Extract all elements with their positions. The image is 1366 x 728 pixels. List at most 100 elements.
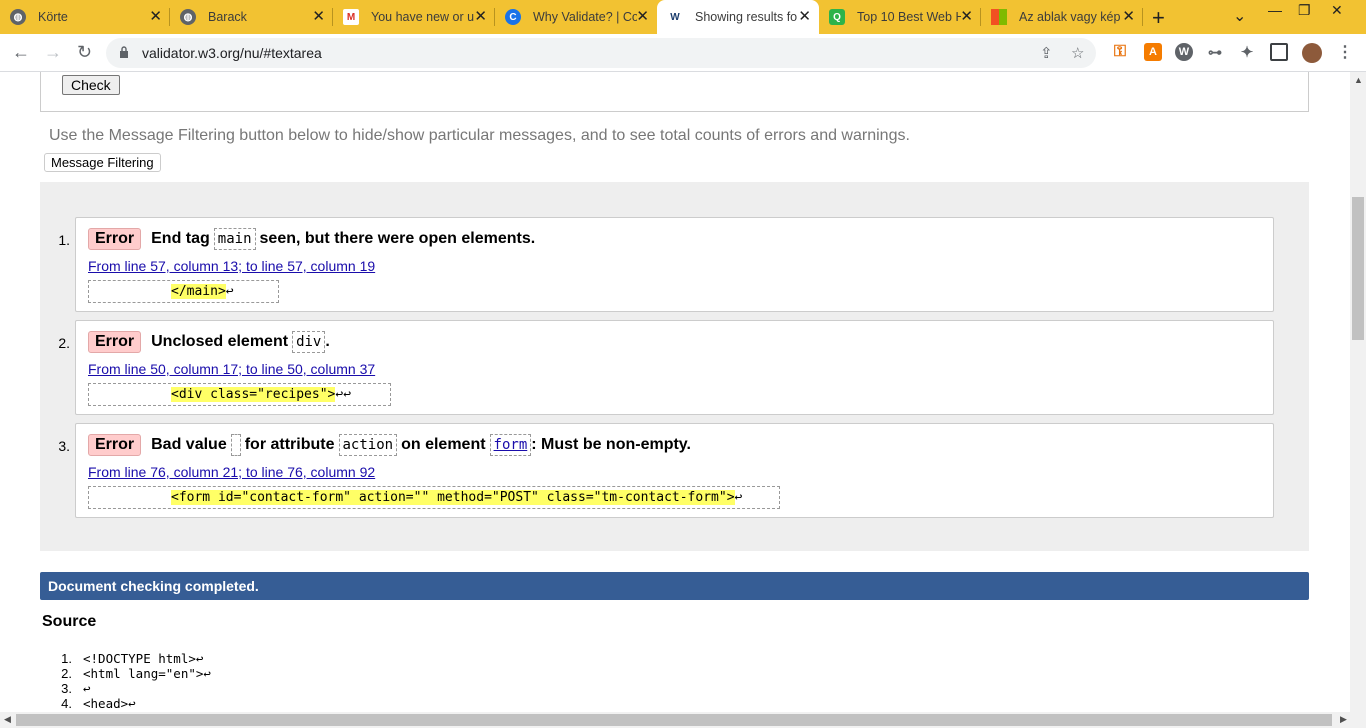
- code-extract: <div class="recipes">↩↩: [88, 383, 391, 406]
- message-part: Bad value: [151, 436, 227, 453]
- code-extract: <form id="contact-form" action="" method…: [88, 486, 780, 509]
- line-number: 3.: [61, 681, 72, 696]
- status-banner: Document checking completed.: [40, 572, 1309, 600]
- input-form-box: [40, 72, 1309, 112]
- tab-top-10-web[interactable]: Q Top 10 Best Web H ✕: [819, 0, 981, 34]
- element-link[interactable]: form: [489, 434, 532, 456]
- line-number: 1.: [61, 651, 72, 666]
- close-icon[interactable]: ✕: [1122, 9, 1135, 25]
- microsoft-icon: [991, 9, 1007, 25]
- message-text: Error Unclosed element div .: [88, 331, 330, 353]
- code-snippet: action: [338, 434, 398, 456]
- code-snippet: main: [213, 228, 256, 250]
- message-number: 1.: [58, 232, 70, 248]
- close-icon[interactable]: ✕: [474, 9, 487, 25]
- gmail-icon: M: [343, 9, 359, 25]
- menu-kebab-icon[interactable]: ⋮: [1336, 43, 1354, 61]
- minimize-icon[interactable]: —: [1268, 2, 1282, 18]
- location-link[interactable]: From line 76, column 21; to line 76, col…: [88, 464, 375, 480]
- error-message: 1. Error End tag main seen, but there we…: [58, 217, 1274, 312]
- tab-barack[interactable]: ◍ Barack ✕: [170, 0, 333, 34]
- glasses-extension-icon[interactable]: ⊶: [1206, 43, 1224, 61]
- close-icon[interactable]: ✕: [636, 9, 649, 25]
- check-button[interactable]: Check: [62, 75, 120, 95]
- lock-icon: [120, 46, 128, 58]
- url-text: validator.w3.org/nu/#textarea: [142, 45, 322, 61]
- share-icon[interactable]: ⇪: [1040, 44, 1053, 62]
- tab-why-validate[interactable]: C Why Validate? | Co ✕: [495, 0, 657, 34]
- tab-title: You have new or u: [371, 10, 475, 24]
- forward-arrow-icon[interactable]: →: [44, 42, 62, 63]
- key-extension-icon[interactable]: ⚿: [1111, 43, 1129, 61]
- horizontal-scroll-thumb[interactable]: [16, 714, 1332, 726]
- vertical-scrollbar[interactable]: ▲: [1350, 72, 1366, 712]
- line-number: 2.: [61, 666, 72, 681]
- message-number: 3.: [58, 438, 70, 454]
- close-window-icon[interactable]: ✕: [1331, 2, 1343, 19]
- side-panel-icon[interactable]: [1270, 43, 1288, 61]
- location-link[interactable]: From line 50, column 17; to line 50, col…: [88, 361, 375, 377]
- source-listing: 1. <!DOCTYPE html>↩ 2. <html lang="en">↩ 3…: [60, 651, 211, 711]
- close-icon[interactable]: ✕: [149, 9, 162, 25]
- message-text: Error End tag main seen, but there were …: [88, 228, 535, 250]
- page-content: Check Use the Message Filtering button b…: [0, 72, 1350, 712]
- error-message: 3. Error Bad value for attribute action …: [58, 423, 1274, 518]
- extract-tail: ↩: [734, 490, 743, 505]
- horizontal-scrollbar[interactable]: ◀ ▶: [0, 712, 1366, 728]
- code-snippet: div: [292, 331, 326, 353]
- tab-gmail[interactable]: M You have new or u ✕: [333, 0, 495, 34]
- globe-icon: ◍: [10, 9, 26, 25]
- browser-toolbar: ← → ↻ validator.w3.org/nu/#textarea ⇪ ☆ …: [0, 34, 1366, 72]
- c-icon: C: [505, 9, 521, 25]
- message-part: End tag: [151, 230, 210, 247]
- code-extract: </main>↩: [88, 280, 279, 303]
- bookmark-star-icon[interactable]: ☆: [1071, 44, 1084, 62]
- line-code: <head>↩: [83, 696, 136, 711]
- message-part: seen, but there were open elements.: [259, 230, 536, 247]
- scroll-right-arrow-icon[interactable]: ▶: [1340, 714, 1347, 725]
- puzzle-extensions-icon[interactable]: ✦: [1238, 43, 1256, 61]
- w3c-validator-icon: W: [667, 9, 683, 25]
- message-part: : Must be non-empty.: [531, 436, 691, 453]
- bag-extension-icon[interactable]: A: [1144, 43, 1162, 61]
- tab-validator-results[interactable]: W Showing results fo ✕: [657, 0, 819, 34]
- extract-highlight: </main>: [171, 284, 226, 299]
- source-line: 1. <!DOCTYPE html>↩: [60, 651, 211, 666]
- message-part: on element: [401, 436, 486, 453]
- tab-korte[interactable]: ◍ Körte ✕: [0, 0, 170, 34]
- wordpress-extension-icon[interactable]: W: [1175, 43, 1193, 61]
- close-icon[interactable]: ✕: [960, 9, 973, 25]
- message-part: Unclosed element: [151, 333, 289, 350]
- source-line: 3. ↩: [60, 681, 211, 696]
- scroll-up-arrow-icon[interactable]: ▲: [1354, 75, 1363, 85]
- profile-avatar[interactable]: [1302, 43, 1322, 63]
- line-number: 4.: [61, 696, 72, 711]
- reload-icon[interactable]: ↻: [77, 42, 92, 63]
- tab-title: Why Validate? | Co: [533, 10, 637, 24]
- globe-icon: ◍: [180, 9, 196, 25]
- close-icon[interactable]: ✕: [312, 9, 325, 25]
- tab-az-ablak[interactable]: Az ablak vagy kép ✕: [981, 0, 1143, 34]
- error-badge: Error: [88, 228, 142, 250]
- tab-search-chevron-icon[interactable]: ⌄: [1233, 6, 1246, 26]
- message-filtering-button[interactable]: Message Filtering: [44, 153, 161, 172]
- tab-title: Körte: [38, 10, 68, 24]
- close-icon[interactable]: ✕: [798, 9, 811, 25]
- q-icon: Q: [829, 9, 845, 25]
- scroll-left-arrow-icon[interactable]: ◀: [4, 714, 11, 725]
- location-link[interactable]: From line 57, column 13; to line 57, col…: [88, 258, 375, 274]
- restore-icon[interactable]: ❐: [1298, 2, 1311, 19]
- message-text: Error Bad value for attribute action on …: [88, 434, 691, 456]
- filter-note: Use the Message Filtering button below t…: [49, 127, 910, 144]
- extract-highlight: <form id="contact-form" action="" method…: [171, 490, 735, 505]
- results-panel: 1. Error End tag main seen, but there we…: [40, 182, 1309, 551]
- back-arrow-icon[interactable]: ←: [12, 42, 30, 63]
- empty-value-snippet: [230, 434, 241, 456]
- source-line: 2. <html lang="en">↩: [60, 666, 211, 681]
- error-badge: Error: [88, 434, 142, 456]
- new-tab-plus-icon[interactable]: +: [1152, 5, 1165, 31]
- vertical-scroll-thumb[interactable]: [1352, 197, 1364, 340]
- line-code: ↩: [83, 681, 91, 696]
- address-bar[interactable]: validator.w3.org/nu/#textarea ⇪ ☆: [106, 38, 1096, 68]
- tab-title: Az ablak vagy kép: [1019, 10, 1121, 24]
